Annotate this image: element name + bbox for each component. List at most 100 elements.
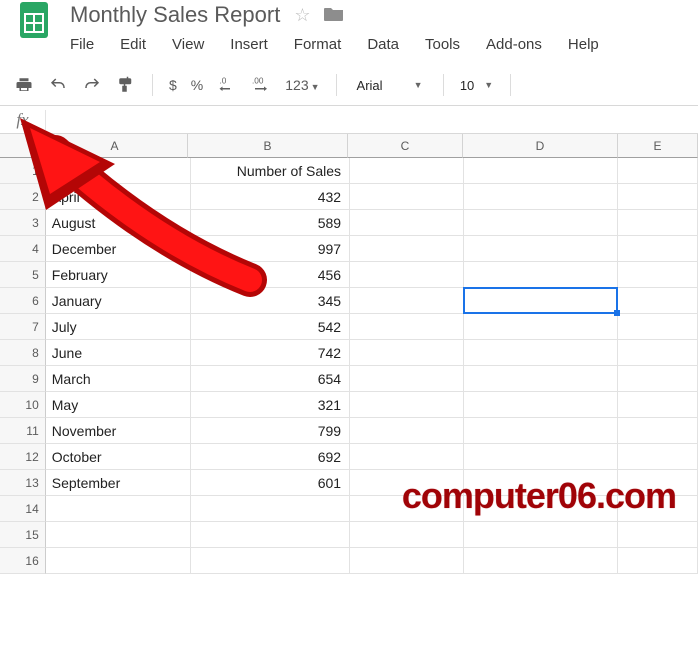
fx-label[interactable]: fx <box>0 110 46 130</box>
row-header[interactable]: 6 <box>0 288 46 314</box>
cell-A12[interactable]: October <box>46 444 191 470</box>
redo-icon[interactable] <box>78 71 106 99</box>
row-header[interactable]: 11 <box>0 418 46 444</box>
format-percent[interactable]: % <box>187 77 207 93</box>
cell-B9[interactable]: 654 <box>191 366 350 392</box>
row-header[interactable]: 14 <box>0 496 46 522</box>
cell-E12[interactable] <box>618 444 698 470</box>
cell-A2[interactable]: April <box>46 184 191 210</box>
cell-A6[interactable]: January <box>46 288 191 314</box>
cell-D10[interactable] <box>464 392 618 418</box>
font-family-selector[interactable]: Arial ▼ <box>349 76 431 95</box>
select-all-corner[interactable] <box>0 134 42 158</box>
row-header[interactable]: 8 <box>0 340 46 366</box>
cell-C13[interactable] <box>350 470 464 496</box>
row-header[interactable]: 1 <box>0 158 46 184</box>
row-header[interactable]: 3 <box>0 210 46 236</box>
print-icon[interactable] <box>10 71 38 99</box>
menu-help[interactable]: Help <box>568 34 611 55</box>
cell-A10[interactable]: May <box>46 392 191 418</box>
cell-E5[interactable] <box>618 262 698 288</box>
cell-A1[interactable]: Month <box>46 158 191 184</box>
increase-decimal-icon[interactable]: .00 <box>247 71 275 99</box>
cell-B3[interactable]: 589 <box>191 210 350 236</box>
cell-C15[interactable] <box>350 522 464 548</box>
cell-B2[interactable]: 432 <box>191 184 350 210</box>
menu-edit[interactable]: Edit <box>120 34 158 55</box>
cell-D2[interactable] <box>464 184 618 210</box>
cell-C7[interactable] <box>350 314 464 340</box>
decrease-decimal-icon[interactable]: .0 <box>213 71 241 99</box>
cell-C8[interactable] <box>350 340 464 366</box>
menu-format[interactable]: Format <box>294 34 354 55</box>
cell-E3[interactable] <box>618 210 698 236</box>
undo-icon[interactable] <box>44 71 72 99</box>
column-header-E[interactable]: E <box>618 134 698 158</box>
cell-D15[interactable] <box>464 522 618 548</box>
cell-A4[interactable]: December <box>46 236 191 262</box>
cell-B10[interactable]: 321 <box>191 392 350 418</box>
cell-E1[interactable] <box>618 158 698 184</box>
cell-D12[interactable] <box>464 444 618 470</box>
cell-D14[interactable] <box>464 496 618 522</box>
menu-file[interactable]: File <box>70 34 106 55</box>
cell-A16[interactable] <box>46 548 191 574</box>
cell-E6[interactable] <box>618 288 698 314</box>
row-header[interactable]: 12 <box>0 444 46 470</box>
cell-B6[interactable]: 345 <box>191 288 350 314</box>
cell-E13[interactable] <box>618 470 698 496</box>
more-formats[interactable]: 123▼ <box>281 77 323 93</box>
document-title[interactable]: Monthly Sales Report <box>70 2 280 28</box>
cell-A9[interactable]: March <box>46 366 191 392</box>
cell-A11[interactable]: November <box>46 418 191 444</box>
row-header[interactable]: 4 <box>0 236 46 262</box>
cell-C16[interactable] <box>350 548 464 574</box>
cell-D7[interactable] <box>464 314 618 340</box>
cell-E8[interactable] <box>618 340 698 366</box>
cell-A8[interactable]: June <box>46 340 191 366</box>
cell-D3[interactable] <box>464 210 618 236</box>
cell-B4[interactable]: 997 <box>191 236 350 262</box>
cell-D11[interactable] <box>464 418 618 444</box>
cell-D9[interactable] <box>464 366 618 392</box>
cell-E16[interactable] <box>618 548 698 574</box>
column-header-A[interactable]: A <box>42 134 188 158</box>
row-header[interactable]: 5 <box>0 262 46 288</box>
cell-C1[interactable] <box>350 158 464 184</box>
cell-B15[interactable] <box>191 522 350 548</box>
folder-icon[interactable] <box>324 2 344 28</box>
cell-C2[interactable] <box>350 184 464 210</box>
cell-A14[interactable] <box>46 496 191 522</box>
cell-D16[interactable] <box>464 548 618 574</box>
cell-B13[interactable]: 601 <box>191 470 350 496</box>
cell-D6[interactable] <box>464 288 618 314</box>
row-header[interactable]: 10 <box>0 392 46 418</box>
cell-B12[interactable]: 692 <box>191 444 350 470</box>
cell-C9[interactable] <box>350 366 464 392</box>
row-header[interactable]: 7 <box>0 314 46 340</box>
menu-addons[interactable]: Add-ons <box>486 34 554 55</box>
format-currency[interactable]: $ <box>165 77 181 93</box>
cell-D13[interactable] <box>464 470 618 496</box>
cell-A3[interactable]: August <box>46 210 191 236</box>
cell-D5[interactable] <box>464 262 618 288</box>
cell-E15[interactable] <box>618 522 698 548</box>
column-header-D[interactable]: D <box>463 134 618 158</box>
cell-A7[interactable]: July <box>46 314 191 340</box>
paint-format-icon[interactable] <box>112 71 140 99</box>
menu-insert[interactable]: Insert <box>230 34 280 55</box>
cell-B7[interactable]: 542 <box>191 314 350 340</box>
star-icon[interactable]: ☆ <box>294 5 310 26</box>
column-header-C[interactable]: C <box>348 134 463 158</box>
cell-E7[interactable] <box>618 314 698 340</box>
cell-A15[interactable] <box>46 522 191 548</box>
cell-D8[interactable] <box>464 340 618 366</box>
cell-C10[interactable] <box>350 392 464 418</box>
cell-A13[interactable]: September <box>46 470 191 496</box>
cell-C6[interactable] <box>350 288 464 314</box>
row-header[interactable]: 2 <box>0 184 46 210</box>
cell-B1[interactable]: Number of Sales <box>191 158 350 184</box>
cell-B11[interactable]: 799 <box>191 418 350 444</box>
menu-tools[interactable]: Tools <box>425 34 472 55</box>
row-header[interactable]: 9 <box>0 366 46 392</box>
